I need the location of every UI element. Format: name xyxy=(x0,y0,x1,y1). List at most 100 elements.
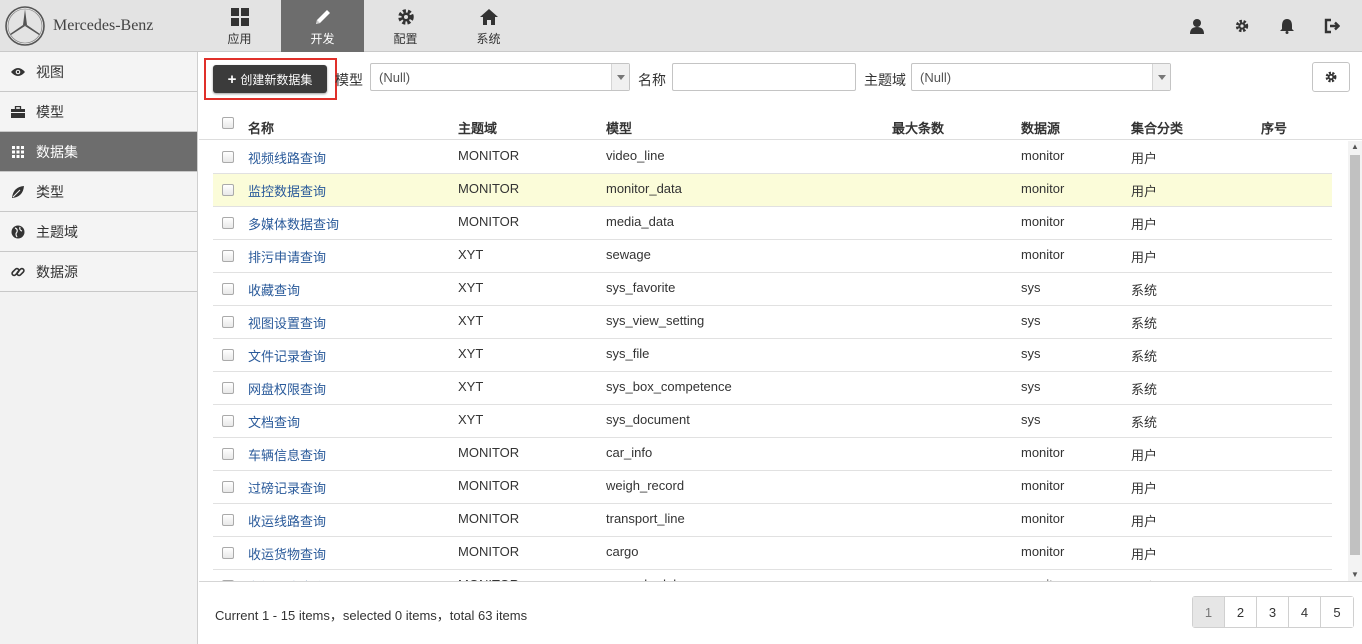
table-row[interactable]: 收运货物查询 MONITOR cargo monitor 用户 xyxy=(213,537,1332,570)
row-domain: XYT xyxy=(458,346,484,361)
table-row[interactable]: 收藏查询 XYT sys_favorite sys 系统 xyxy=(213,273,1332,306)
sidebar-item-datasource[interactable]: 数据源 xyxy=(0,252,197,292)
nav-tab-develop[interactable]: 开发 xyxy=(281,0,364,52)
row-category: 用户 xyxy=(1131,514,1158,529)
row-checkbox[interactable] xyxy=(222,217,234,229)
header-model[interactable]: 模型 xyxy=(606,118,632,137)
row-checkbox[interactable] xyxy=(222,250,234,262)
domain-select-value: (Null) xyxy=(920,69,952,85)
row-category: 系统 xyxy=(1131,316,1158,331)
sidebar-item-domain[interactable]: 主题域 xyxy=(0,212,197,252)
sidebar-item-view[interactable]: 视图 xyxy=(0,52,197,92)
row-checkbox[interactable] xyxy=(222,514,234,526)
table-row[interactable]: 文件记录查询 XYT sys_file sys 系统 xyxy=(213,339,1332,372)
row-name-link[interactable]: 收运货物查询 xyxy=(248,544,326,563)
row-checkbox[interactable] xyxy=(222,316,234,328)
row-datasource: sys xyxy=(1021,412,1041,427)
sidebar-item-type[interactable]: 类型 xyxy=(0,172,197,212)
row-checkbox[interactable] xyxy=(222,448,234,460)
row-name-link[interactable]: 过磅记录查询 xyxy=(248,478,326,497)
page-button[interactable]: 4 xyxy=(1289,597,1321,627)
row-category: 系统 xyxy=(1131,349,1158,364)
bell-icon[interactable] xyxy=(1264,0,1309,52)
row-name-link[interactable]: 文档查询 xyxy=(248,412,300,431)
grid-scrollbar[interactable]: ▲ ▼ xyxy=(1348,141,1362,581)
row-domain: MONITOR xyxy=(458,445,520,460)
sidebar-item-label: 类型 xyxy=(36,183,64,200)
row-category: 系统 xyxy=(1131,283,1158,298)
row-datasource: monitor xyxy=(1021,148,1065,163)
settings-icon[interactable] xyxy=(1219,0,1264,52)
row-name-link[interactable]: 视频线路查询 xyxy=(248,148,326,167)
row-name-link[interactable]: 收藏查询 xyxy=(248,280,300,299)
header-datasource[interactable]: 数据源 xyxy=(1021,118,1060,137)
chevron-down-icon xyxy=(611,64,629,90)
row-model: cargo xyxy=(606,544,639,559)
table-row[interactable]: 过磅记录查询 MONITOR weigh_record monitor 用户 xyxy=(213,471,1332,504)
create-dataset-button[interactable]: + 创建新数据集 xyxy=(213,65,327,93)
table-row[interactable]: 收运线路查询 MONITOR transport_line monitor 用户 xyxy=(213,504,1332,537)
row-name-link[interactable]: 多媒体数据查询 xyxy=(248,214,339,233)
page-button[interactable]: 3 xyxy=(1257,597,1289,627)
row-checkbox[interactable] xyxy=(222,382,234,394)
row-model: sys_document xyxy=(606,412,690,427)
scroll-thumb[interactable] xyxy=(1350,155,1360,555)
nav-tab-apps[interactable]: 应用 xyxy=(198,0,281,52)
row-domain: MONITOR xyxy=(458,511,520,526)
select-all-checkbox[interactable] xyxy=(222,117,234,129)
brand-name: Mercedes-Benz xyxy=(53,17,154,34)
grid-settings-button[interactable] xyxy=(1312,62,1350,92)
header-name[interactable]: 名称 xyxy=(248,118,274,137)
row-checkbox[interactable] xyxy=(222,547,234,559)
link-icon xyxy=(10,264,26,280)
nav-tab-system[interactable]: 系统 xyxy=(447,0,530,52)
header-domain[interactable]: 主题域 xyxy=(458,118,497,137)
table-row[interactable]: 视图设置查询 XYT sys_view_setting sys 系统 xyxy=(213,306,1332,339)
main-nav: 应用 开发 配置 系统 xyxy=(198,0,530,52)
table-row[interactable]: 文档查询 XYT sys_document sys 系统 xyxy=(213,405,1332,438)
user-icon[interactable] xyxy=(1174,0,1219,52)
page-button[interactable]: 5 xyxy=(1321,597,1353,627)
scroll-up-icon[interactable]: ▲ xyxy=(1348,141,1362,153)
row-domain: MONITOR xyxy=(458,148,520,163)
row-datasource: sys xyxy=(1021,379,1041,394)
row-checkbox[interactable] xyxy=(222,283,234,295)
row-checkbox[interactable] xyxy=(222,151,234,163)
table-row[interactable]: 车辆调度查询MONITORcar_schedulemonitor用户 xyxy=(213,570,1332,581)
table-row[interactable]: 视频线路查询 MONITOR video_line monitor 用户 xyxy=(213,141,1332,174)
row-name-link[interactable]: 车辆信息查询 xyxy=(248,445,326,464)
row-checkbox[interactable] xyxy=(222,184,234,196)
sidebar-item-model[interactable]: 模型 xyxy=(0,92,197,132)
table-row[interactable]: 排污申请查询 XYT sewage monitor 用户 xyxy=(213,240,1332,273)
header-order[interactable]: 序号 xyxy=(1261,118,1287,137)
table-row[interactable]: 监控数据查询 MONITOR monitor_data monitor 用户 xyxy=(213,174,1332,207)
row-name-link[interactable]: 监控数据查询 xyxy=(248,181,326,200)
table-row[interactable]: 车辆信息查询 MONITOR car_info monitor 用户 xyxy=(213,438,1332,471)
row-name-link[interactable]: 文件记录查询 xyxy=(248,346,326,365)
row-checkbox[interactable] xyxy=(222,349,234,361)
domain-select[interactable]: (Null) xyxy=(911,63,1171,91)
table-row[interactable]: 网盘权限查询 XYT sys_box_competence sys 系统 xyxy=(213,372,1332,405)
header-category[interactable]: 集合分类 xyxy=(1131,118,1183,137)
row-checkbox[interactable] xyxy=(222,415,234,427)
table-row[interactable]: 多媒体数据查询 MONITOR media_data monitor 用户 xyxy=(213,207,1332,240)
page-button[interactable]: 1 xyxy=(1193,597,1225,627)
row-name-link[interactable]: 排污申请查询 xyxy=(248,247,326,266)
row-name-link[interactable]: 网盘权限查询 xyxy=(248,379,326,398)
scroll-down-icon[interactable]: ▼ xyxy=(1348,569,1362,581)
row-datasource: sys xyxy=(1021,280,1041,295)
row-name-link[interactable]: 收运线路查询 xyxy=(248,511,326,530)
row-category: 用户 xyxy=(1131,481,1158,496)
page-button[interactable]: 2 xyxy=(1225,597,1257,627)
model-select[interactable]: (Null) xyxy=(370,63,630,91)
sidebar-item-dataset[interactable]: 数据集 xyxy=(0,132,197,172)
row-name-link[interactable]: 视图设置查询 xyxy=(248,313,326,332)
row-checkbox[interactable] xyxy=(222,481,234,493)
brand-logo[interactable]: Mercedes-Benz xyxy=(0,0,198,52)
name-input[interactable] xyxy=(672,63,856,91)
model-select-value: (Null) xyxy=(379,69,411,85)
row-category: 系统 xyxy=(1131,382,1158,397)
nav-tab-config[interactable]: 配置 xyxy=(364,0,447,52)
logout-icon[interactable] xyxy=(1309,0,1354,52)
header-max-rows[interactable]: 最大条数 xyxy=(892,118,944,137)
